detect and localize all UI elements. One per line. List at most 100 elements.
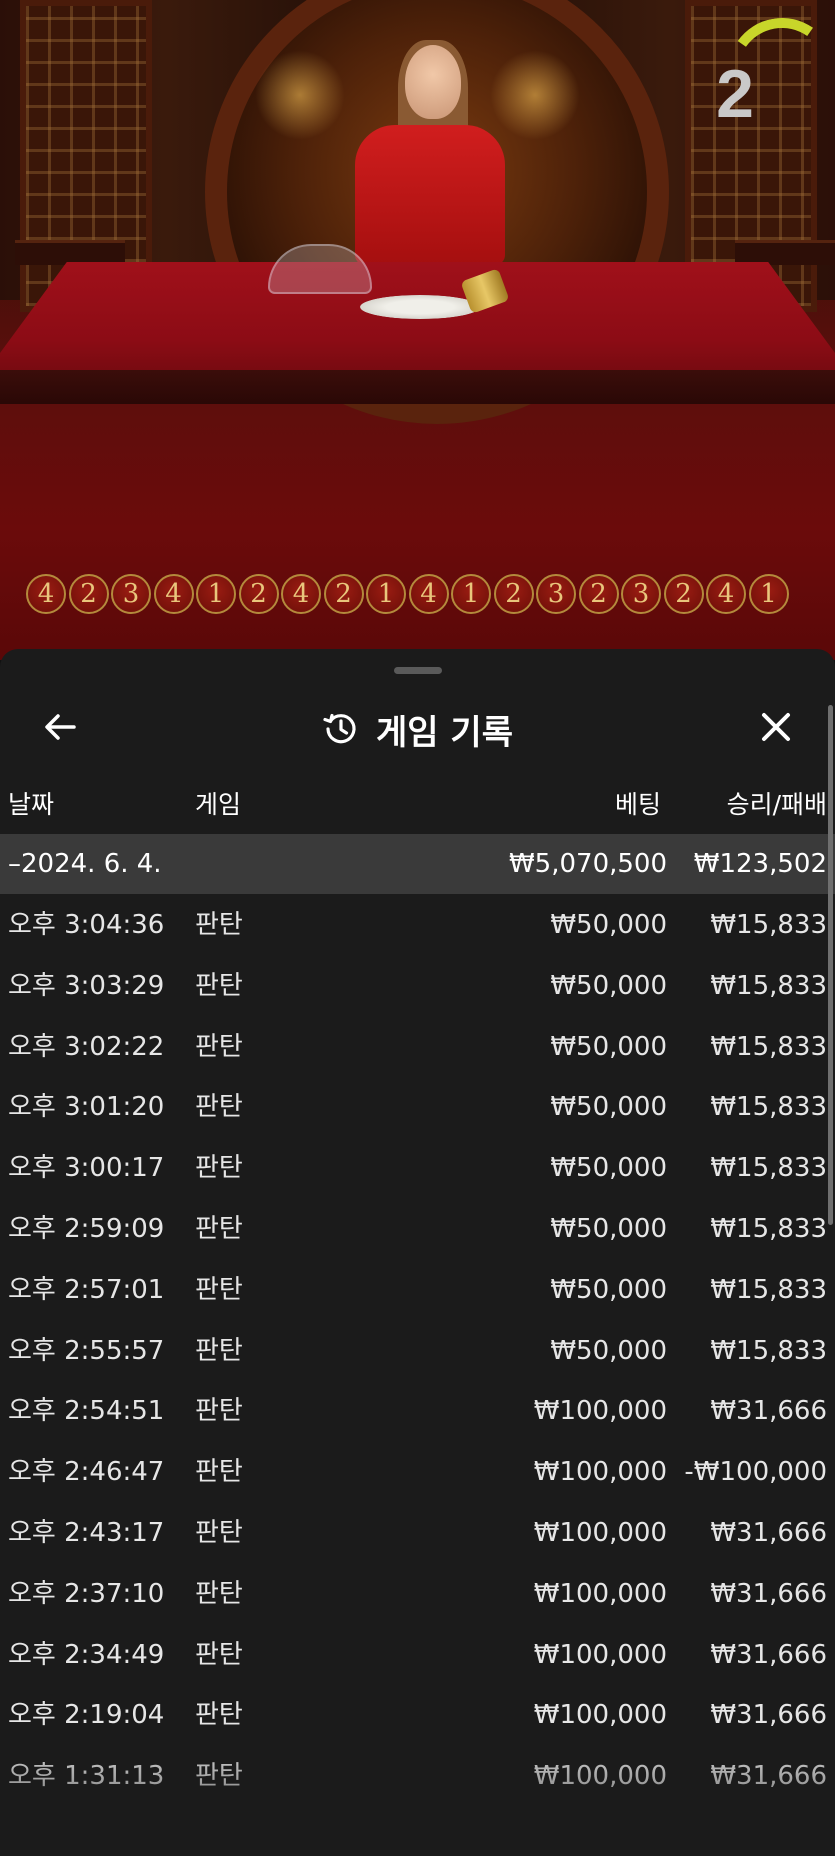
scrollbar[interactable] [828,705,833,1225]
row-time: 오후 2:43:17 [8,1518,165,1548]
history-row[interactable]: 오후 2:54:51 판탄 ₩100,000 ₩31,666 [0,1381,835,1441]
row-bet: ₩50,000 [550,1092,667,1123]
row-game: 판탄 [195,1518,243,1548]
row-time: 오후 3:01:20 [8,1092,165,1123]
history-row[interactable]: 오후 1:31:13 판탄 ₩100,000 ₩31,666 [0,1746,835,1806]
roadmap-ball: 4 [26,574,66,614]
side-shelf-left [15,240,125,265]
row-bet: ₩50,000 [550,1153,667,1184]
row-game: 판탄 [195,1214,243,1244]
history-row[interactable]: 오후 3:00:17 판탄 ₩50,000 ₩15,833 [0,1138,835,1198]
row-game: 판탄 [195,1700,243,1731]
row-result: ₩15,833 [710,910,827,940]
roadmap-ball: 4 [281,574,321,614]
row-time: 오후 2:54:51 [8,1396,165,1427]
roadmap-ball: 2 [578,574,619,614]
row-result: ₩15,833 [710,1214,827,1244]
row-result: ₩31,666 [710,1396,827,1427]
history-row[interactable]: 오후 2:19:04 판탄 ₩100,000 ₩31,666 [0,1685,835,1745]
row-result: ₩31,666 [710,1639,827,1670]
roadmap-ball: 1 [366,574,406,614]
panel-header: 게임 기록 [0,689,835,769]
row-time: 오후 3:04:36 [8,910,165,940]
row-time: 오후 3:03:29 [8,970,165,1001]
row-time: 오후 2:57:01 [8,1274,165,1305]
row-bet: ₩100,000 [533,1396,667,1427]
row-game: 판탄 [195,970,243,1001]
history-row[interactable]: 오후 2:55:57 판탄 ₩50,000 ₩15,833 [0,1321,835,1381]
row-bet: ₩50,000 [550,910,667,940]
row-result: ₩31,666 [710,1761,827,1792]
roadmap-ball: 4 [153,574,194,614]
history-row[interactable]: 오후 2:43:17 판탄 ₩100,000 ₩31,666 [0,1503,835,1563]
countdown-number: 2 [716,56,754,132]
live-video-stream: 2 423412421412323241 [0,0,835,660]
summary-bet: ₩5,070,500 [508,849,667,879]
roadmap-ball: 4 [408,574,449,614]
date-summary-row[interactable]: –2024. 6. 4. ₩5,070,500 ₩123,502 [0,834,835,894]
row-result: ₩15,833 [710,1274,827,1305]
roadmap-ball: 3 [111,574,151,614]
roadmap-ball: 2 [238,574,279,614]
row-time: 오후 2:19:04 [8,1700,165,1731]
roadmap-ball: 1 [451,574,491,614]
row-bet: ₩50,000 [550,1335,667,1366]
row-game: 판탄 [195,1153,243,1184]
roadmap-ball: 2 [68,574,109,614]
column-header-bet: 베팅 [614,790,661,819]
roadmap-ball: 1 [748,574,789,614]
panel-title-group: 게임 기록 [0,689,835,769]
history-row[interactable]: 오후 2:46:47 판탄 ₩100,000 -₩100,000 [0,1442,835,1502]
row-result: ₩15,833 [710,1153,827,1184]
row-game: 판탄 [195,1335,243,1366]
row-game: 판탄 [195,1457,243,1488]
roadmap-ball: 4 [706,574,746,614]
row-time: 오후 2:37:10 [8,1578,165,1609]
row-bet: ₩50,000 [550,970,667,1001]
row-game: 판탄 [195,910,243,940]
row-bet: ₩50,000 [550,1274,667,1305]
history-row[interactable]: 오후 3:04:36 판탄 ₩50,000 ₩15,833 [0,895,835,955]
roadmap-ball: 2 [323,574,364,614]
game-history-panel: 게임 기록 날짜 게임 베팅 승리/패배 –2024. 6. 4. ₩5,070… [0,649,835,1856]
row-result: ₩31,666 [710,1578,827,1609]
history-row[interactable]: 오후 3:03:29 판탄 ₩50,000 ₩15,833 [0,956,835,1016]
row-result: ₩15,833 [710,1335,827,1366]
row-game: 판탄 [195,1396,243,1427]
row-result: ₩31,666 [710,1700,827,1731]
roadmap-ball: 1 [196,574,236,614]
column-header-game: 게임 [195,790,242,819]
history-row[interactable]: 오후 2:57:01 판탄 ₩50,000 ₩15,833 [0,1260,835,1320]
row-time: 오후 1:31:13 [8,1761,165,1792]
roadmap-ball: 2 [663,574,704,614]
summary-date: –2024. 6. 4. [8,849,162,879]
row-game: 판탄 [195,1092,243,1123]
history-row[interactable]: 오후 2:34:49 판탄 ₩100,000 ₩31,666 [0,1625,835,1685]
row-time: 오후 2:34:49 [8,1639,165,1670]
row-result: ₩15,833 [710,1092,827,1123]
row-result: ₩15,833 [710,1031,827,1062]
side-shelf-right [735,240,835,265]
close-button[interactable] [752,703,800,751]
row-game: 판탄 [195,1578,243,1609]
history-row[interactable]: 오후 3:01:20 판탄 ₩50,000 ₩15,833 [0,1077,835,1137]
column-header-result: 승리/패배 [726,790,827,819]
row-time: 오후 3:00:17 [8,1153,165,1184]
row-bet: ₩100,000 [533,1518,667,1548]
bead-pile [360,295,480,319]
history-icon [323,713,356,744]
lamp-glow-right [490,50,580,140]
history-row[interactable]: 오후 2:37:10 판탄 ₩100,000 ₩31,666 [0,1564,835,1624]
result-roadmap: 423412421412323241 [26,574,791,618]
roadmap-ball: 3 [536,574,576,614]
row-game: 판탄 [195,1274,243,1305]
back-arrow-icon [45,714,76,740]
panel-title: 게임 기록 [376,712,513,753]
back-button[interactable] [36,703,84,751]
history-row[interactable]: 오후 3:02:22 판탄 ₩50,000 ₩15,833 [0,1017,835,1077]
drag-handle[interactable] [394,667,442,674]
summary-result: ₩123,502 [693,849,827,879]
roadmap-ball: 2 [493,574,534,614]
row-bet: ₩100,000 [533,1761,667,1792]
history-row[interactable]: 오후 2:59:09 판탄 ₩50,000 ₩15,833 [0,1199,835,1259]
